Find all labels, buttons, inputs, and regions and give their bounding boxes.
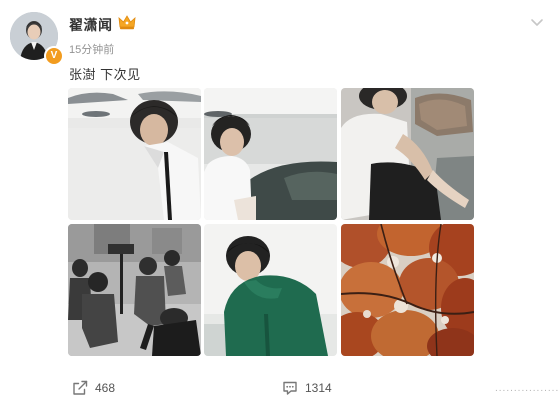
crown-icon [118, 15, 136, 30]
share-icon [73, 380, 88, 395]
post-text: 张澍 下次见 [69, 67, 141, 82]
share-button[interactable]: 468 [72, 378, 115, 398]
photo-grid [68, 88, 474, 358]
share-count: 468 [95, 381, 116, 395]
weibo-post: V 翟潇闻 15分钟前 张澍 下次见 468 1314 ............… [0, 0, 559, 410]
photo-5[interactable] [204, 224, 337, 356]
photo-2[interactable] [204, 88, 337, 220]
photo-1[interactable] [68, 88, 201, 220]
verified-badge: V [44, 46, 64, 66]
chevron-down-icon[interactable] [529, 18, 545, 28]
author-name[interactable]: 翟潇闻 [69, 15, 113, 35]
photo-4[interactable] [68, 224, 201, 356]
post-timestamp[interactable]: 15分钟前 [69, 41, 114, 57]
comment-count: 1314 [305, 381, 332, 395]
photo-3[interactable] [341, 88, 474, 220]
like-button[interactable]: .................... [495, 378, 559, 398]
comment-icon [283, 381, 297, 395]
comment-button[interactable]: 1314 [282, 378, 332, 398]
photo-6[interactable] [341, 224, 474, 356]
like-count: .................... [495, 382, 559, 394]
